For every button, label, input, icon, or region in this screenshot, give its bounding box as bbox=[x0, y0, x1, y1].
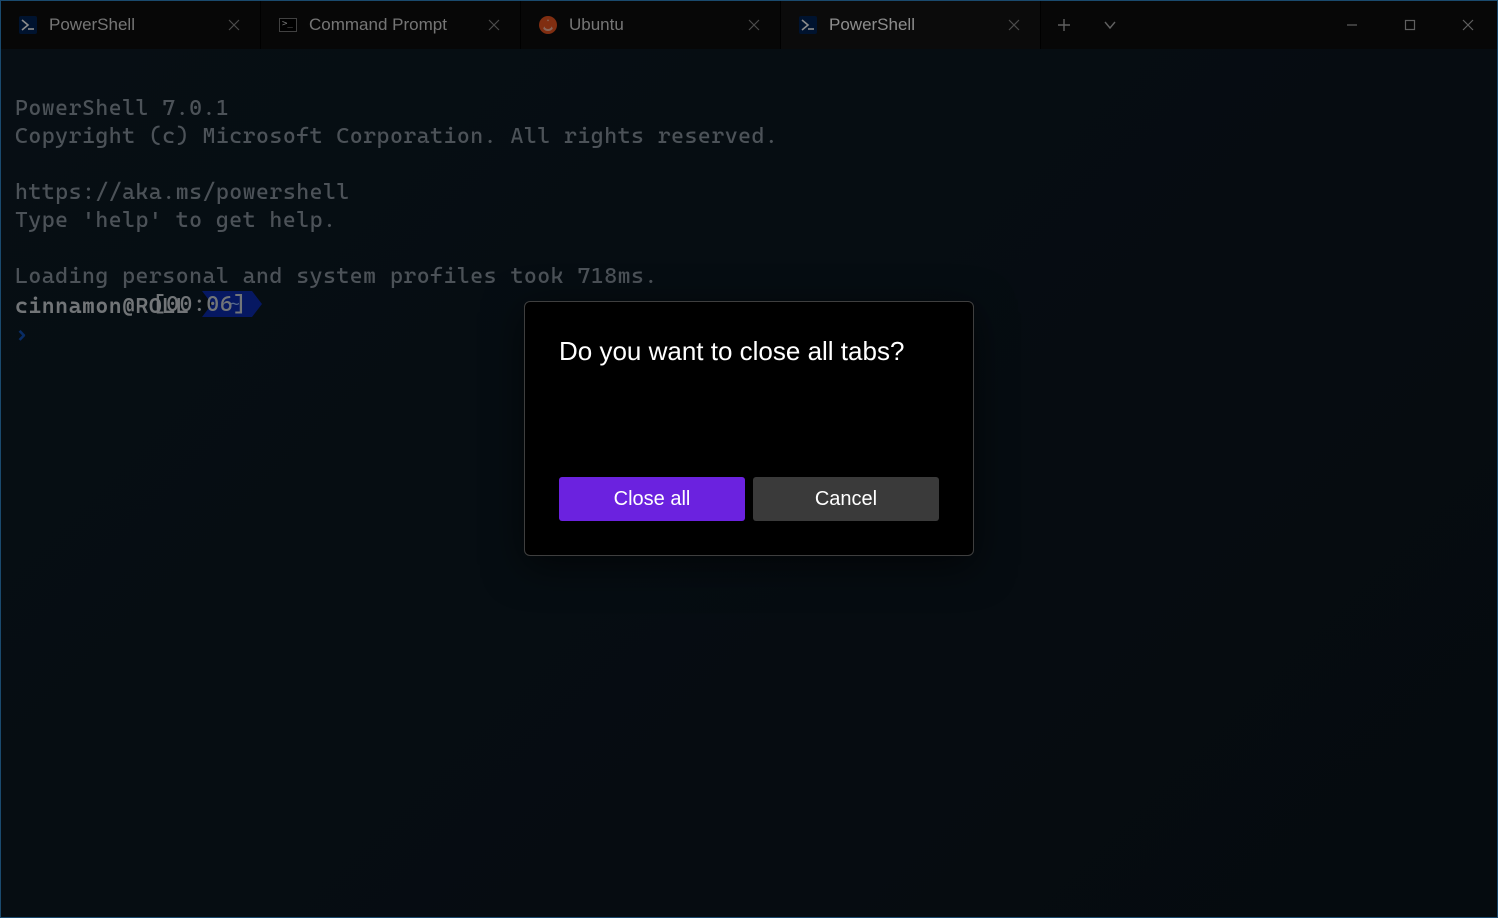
cancel-button[interactable]: Cancel bbox=[753, 477, 939, 521]
close-all-button[interactable]: Close all bbox=[559, 477, 745, 521]
dialog-backdrop[interactable]: Do you want to close all tabs? Close all… bbox=[1, 1, 1497, 917]
close-tabs-dialog: Do you want to close all tabs? Close all… bbox=[524, 301, 974, 556]
dialog-button-row: Close all Cancel bbox=[559, 477, 939, 521]
dialog-title: Do you want to close all tabs? bbox=[559, 336, 939, 367]
